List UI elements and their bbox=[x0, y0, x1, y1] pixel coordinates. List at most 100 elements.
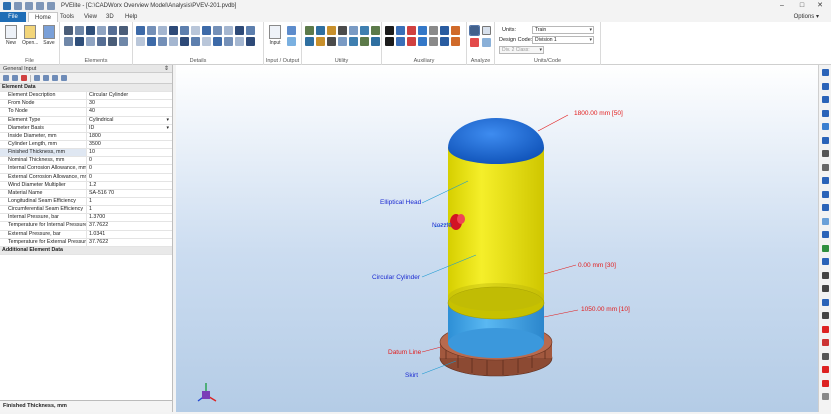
maximize-icon[interactable]: □ bbox=[793, 0, 811, 11]
detail-tool-icon[interactable] bbox=[235, 26, 244, 35]
view-tool-icon[interactable] bbox=[822, 217, 829, 225]
detail-tool-icon[interactable] bbox=[180, 26, 189, 35]
view-tool-icon[interactable] bbox=[822, 339, 829, 346]
element-tool-icon[interactable] bbox=[86, 37, 95, 46]
property-value[interactable]: 1 bbox=[87, 206, 172, 213]
property-row[interactable]: Diameter Basis ID ▾ bbox=[0, 124, 172, 133]
view-tool-icon[interactable] bbox=[822, 352, 829, 360]
property-row[interactable]: To Node 40 bbox=[0, 108, 172, 117]
utility-tool-icon[interactable] bbox=[349, 26, 358, 35]
property-row[interactable]: Nominal Thickness, mm 0 bbox=[0, 157, 172, 166]
property-row[interactable]: Circumferential Seam Efficiency 1 bbox=[0, 206, 172, 215]
property-value[interactable]: 0 bbox=[87, 165, 172, 172]
view-tool-icon[interactable] bbox=[822, 231, 829, 238]
detail-tool-icon[interactable] bbox=[224, 26, 233, 35]
utility-tool-icon[interactable] bbox=[338, 37, 347, 46]
auxiliary-tool-icon[interactable] bbox=[385, 26, 394, 35]
view-tool-icon[interactable] bbox=[822, 190, 829, 198]
auxiliary-tool-icon[interactable] bbox=[407, 37, 416, 46]
property-row[interactable]: Finished Thickness, mm 10 bbox=[0, 149, 172, 158]
last-element-icon[interactable] bbox=[61, 75, 67, 81]
property-value[interactable]: 1800 bbox=[87, 133, 172, 140]
detail-tool-icon[interactable] bbox=[158, 26, 167, 35]
tab-file[interactable]: File bbox=[0, 12, 26, 22]
detail-tool-icon[interactable] bbox=[235, 37, 244, 46]
auxiliary-tool-icon[interactable] bbox=[407, 26, 416, 35]
property-value[interactable]: ID bbox=[87, 125, 172, 132]
element-tool-icon[interactable] bbox=[64, 26, 73, 35]
property-row[interactable]: From Node 30 bbox=[0, 100, 172, 109]
utility-tool-icon[interactable] bbox=[371, 26, 380, 35]
detail-tool-icon[interactable] bbox=[158, 37, 167, 46]
view-tool-icon[interactable] bbox=[822, 258, 829, 265]
quick-access-menu-icon[interactable] bbox=[47, 1, 55, 10]
auxiliary-tool-icon[interactable] bbox=[440, 37, 449, 46]
detail-tool-icon[interactable] bbox=[169, 26, 178, 35]
property-value[interactable]: SA-516 70 bbox=[87, 190, 172, 197]
chevron-down-icon[interactable]: ▾ bbox=[166, 117, 169, 125]
utility-tool-icon[interactable] bbox=[327, 37, 336, 46]
report-icon[interactable] bbox=[287, 37, 296, 46]
auxiliary-tool-icon[interactable] bbox=[418, 26, 427, 35]
utility-tool-icon[interactable] bbox=[349, 37, 358, 46]
units-select[interactable]: Train ▾ bbox=[532, 26, 594, 34]
property-value[interactable]: 1.2 bbox=[87, 182, 172, 189]
input-button[interactable]: Input bbox=[267, 25, 283, 46]
utility-tool-icon[interactable] bbox=[316, 37, 325, 46]
view-tool-icon[interactable] bbox=[822, 285, 829, 292]
view-tool-icon[interactable] bbox=[822, 123, 829, 130]
detail-tool-icon[interactable] bbox=[224, 37, 233, 46]
view-tool-icon[interactable] bbox=[822, 109, 829, 117]
property-value[interactable]: 0 bbox=[87, 157, 172, 164]
auxiliary-tool-icon[interactable] bbox=[396, 37, 405, 46]
property-category-row[interactable]: Element Data bbox=[0, 84, 172, 93]
property-row[interactable]: Internal Corrosion Allowance, mm 0 bbox=[0, 165, 172, 174]
auxiliary-tool-icon[interactable] bbox=[418, 37, 427, 46]
property-value[interactable]: 0 bbox=[87, 174, 172, 181]
next-element-icon[interactable] bbox=[52, 75, 58, 81]
div2-class-select[interactable]: Div. 2 Class: ▾ bbox=[499, 46, 544, 54]
new-button[interactable]: New bbox=[3, 25, 19, 46]
view-tool-icon[interactable] bbox=[822, 96, 829, 103]
first-element-icon[interactable] bbox=[34, 75, 40, 81]
3d-viewport[interactable]: 1800.00 mm [50] Elliptical Head Nozzle C… bbox=[176, 65, 818, 412]
view-tool-icon[interactable] bbox=[822, 177, 829, 184]
utility-tool-icon[interactable] bbox=[360, 26, 369, 35]
design-code-select[interactable]: Division 1 ▾ bbox=[532, 36, 594, 44]
save-button[interactable]: Save bbox=[41, 25, 57, 46]
detail-tool-icon[interactable] bbox=[191, 26, 200, 35]
quick-access-save-icon[interactable] bbox=[14, 1, 22, 10]
element-tool-icon[interactable] bbox=[97, 37, 106, 46]
property-value[interactable]: 1 bbox=[87, 198, 172, 205]
view-tool-icon[interactable] bbox=[822, 393, 829, 400]
detail-tool-icon[interactable] bbox=[147, 37, 156, 46]
element-tool-icon[interactable] bbox=[64, 37, 73, 46]
element-tool-icon[interactable] bbox=[86, 26, 95, 35]
view-tool-icon[interactable] bbox=[822, 312, 829, 319]
element-tool-icon[interactable] bbox=[108, 37, 117, 46]
view-tool-icon[interactable] bbox=[822, 325, 829, 333]
property-value[interactable]: 1.0341 bbox=[87, 231, 172, 238]
utility-tool-icon[interactable] bbox=[371, 37, 380, 46]
view-tool-icon[interactable] bbox=[822, 379, 829, 387]
detail-tool-icon[interactable] bbox=[213, 26, 222, 35]
error-check-icon[interactable] bbox=[482, 26, 491, 35]
view-tool-icon[interactable] bbox=[822, 82, 829, 90]
property-row[interactable]: Element Description Circular Cylinder bbox=[0, 92, 172, 101]
property-row[interactable]: External Pressure, bar 1.0341 bbox=[0, 230, 172, 239]
view-tool-icon[interactable] bbox=[822, 366, 829, 373]
view-tool-icon[interactable] bbox=[822, 271, 829, 279]
property-value[interactable]: 30 bbox=[87, 100, 172, 107]
utility-tool-icon[interactable] bbox=[305, 26, 314, 35]
review-icon[interactable] bbox=[470, 38, 479, 47]
delete-element-icon[interactable] bbox=[21, 75, 27, 81]
auxiliary-tool-icon[interactable] bbox=[440, 26, 449, 35]
analyze-icon[interactable] bbox=[469, 25, 480, 36]
output-icon[interactable] bbox=[287, 26, 296, 35]
property-row[interactable]: Element Type Cylindrical ▾ bbox=[0, 116, 172, 125]
element-tool-icon[interactable] bbox=[108, 26, 117, 35]
tab-tools[interactable]: Tools bbox=[54, 12, 80, 22]
view-tool-icon[interactable] bbox=[822, 298, 829, 306]
auxiliary-tool-icon[interactable] bbox=[429, 26, 438, 35]
view-tool-icon[interactable] bbox=[822, 204, 829, 211]
